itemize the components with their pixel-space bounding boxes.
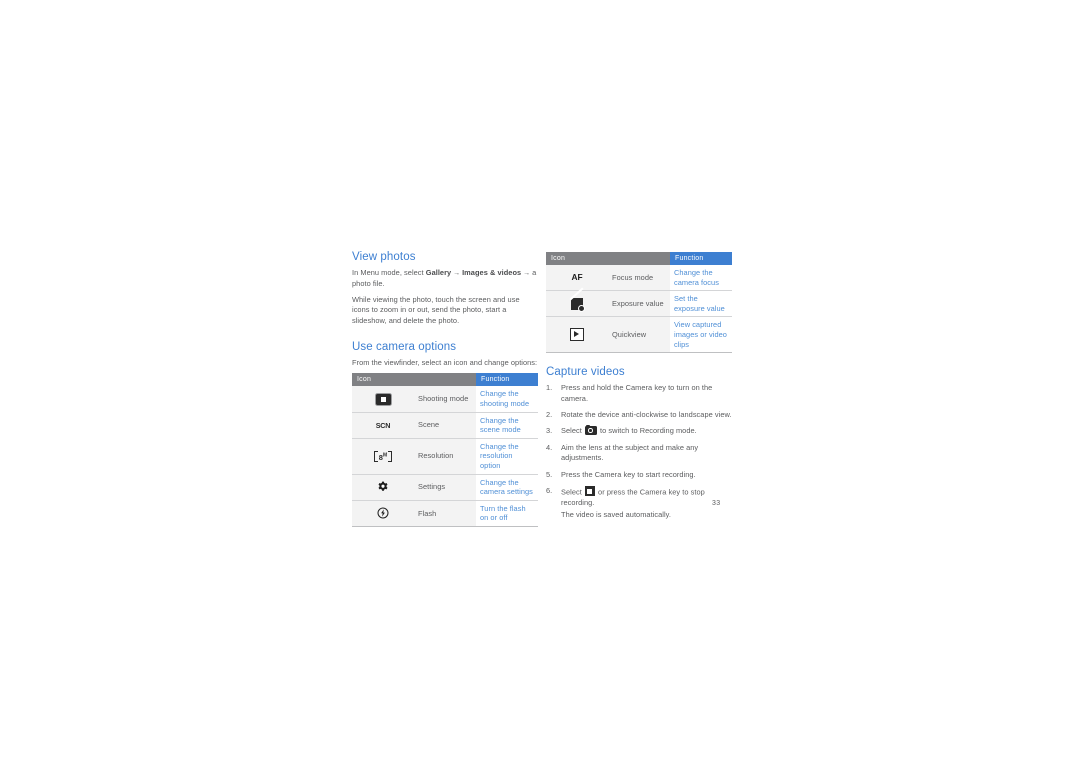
step-text: Aim the lens at the subject and make any… bbox=[561, 442, 699, 463]
cell-function: Change the camera settings bbox=[476, 474, 538, 501]
cell-icon bbox=[546, 316, 608, 354]
gear-settings-icon bbox=[377, 481, 389, 493]
table-row: Quickview View captured images or video … bbox=[546, 316, 732, 354]
heading-capture-videos: Capture videos bbox=[546, 366, 625, 379]
cell-icon-name: Resolution bbox=[414, 438, 476, 475]
use-camera-options-intro: From the viewfinder, select an icon and … bbox=[352, 358, 538, 368]
step-text: Rotate the device anti-clockwise to land… bbox=[561, 409, 732, 419]
heading-use-camera-options: Use camera options bbox=[352, 341, 457, 354]
step-note: The video is saved automatically. bbox=[561, 510, 671, 520]
left-column: View photos In Menu mode, select Gallery… bbox=[352, 250, 538, 527]
shooting-mode-icon bbox=[375, 393, 391, 405]
view-photos-paragraph-2: While viewing the photo, touch the scree… bbox=[352, 294, 520, 325]
list-item: Select to switch to Recording mode. bbox=[546, 424, 732, 437]
cell-function: Change the camera focus bbox=[670, 265, 732, 292]
right-column: Icon Function AF Focus mode Change the c… bbox=[546, 252, 732, 527]
page-number: 33 bbox=[712, 500, 721, 507]
table-row: Exposure value Set the exposure value bbox=[546, 290, 732, 318]
stop-recording-icon bbox=[584, 486, 595, 496]
continued-table-body: AF Focus mode Change the camera focus Ex… bbox=[546, 265, 732, 354]
cell-icon: AF bbox=[546, 265, 608, 292]
step-text: Press and hold the Camera key to turn on… bbox=[561, 383, 713, 403]
step-text-post: to switch to Recording mode. bbox=[597, 426, 697, 436]
capture-videos-steps: Press and hold the Camera key to turn on… bbox=[546, 383, 732, 521]
view-photos-paragraph-1: In Menu mode, select Gallery → Images & … bbox=[352, 268, 538, 290]
camera-switch-icon bbox=[584, 424, 597, 436]
cell-function: Turn the flash on or off bbox=[476, 500, 538, 527]
table-row: 8M Resolution Change the resolution opti… bbox=[352, 438, 538, 475]
camera-options-table: Icon Function Shooting mode Change the s… bbox=[352, 373, 538, 527]
list-item: Press the Camera key to start recording. bbox=[546, 469, 732, 481]
list-item: Rotate the device anti-clockwise to land… bbox=[546, 409, 732, 421]
table-row: Settings Change the camera settings bbox=[352, 474, 538, 501]
col-header-function: Function bbox=[670, 252, 732, 265]
exposure-value-icon bbox=[571, 297, 585, 312]
cell-icon bbox=[352, 500, 414, 527]
cell-function: View captured images or video clips bbox=[670, 316, 732, 354]
cell-icon: SCN bbox=[352, 412, 414, 439]
camera-options-table-head: Icon Function bbox=[352, 373, 538, 387]
resolution-8m-icon: 8M bbox=[374, 450, 392, 462]
col-header-icon: Icon bbox=[352, 373, 476, 387]
table-row: Shooting mode Change the shooting mode bbox=[352, 386, 538, 413]
step-text-pre: Select bbox=[561, 426, 584, 436]
para1-pre: In Menu mode, select bbox=[352, 268, 426, 277]
cell-icon bbox=[352, 386, 414, 413]
list-item: Select or press the Camera key to stop r… bbox=[546, 486, 732, 521]
manual-page: View photos In Menu mode, select Gallery… bbox=[0, 0, 1080, 763]
cell-icon-name: Exposure value bbox=[608, 290, 670, 318]
cell-icon-name: Quickview bbox=[608, 316, 670, 354]
para1-bold-gallery: Gallery bbox=[425, 268, 452, 277]
step-text-pre: Select bbox=[561, 487, 584, 497]
scn-scene-icon: SCN bbox=[375, 420, 391, 430]
cell-function: Change the shooting mode bbox=[476, 386, 538, 413]
camera-options-table-continued: Icon Function AF Focus mode Change the c… bbox=[546, 252, 732, 354]
cell-icon-name: Shooting mode bbox=[414, 386, 476, 413]
para1-bold-videos: videos bbox=[497, 268, 522, 277]
cell-icon bbox=[546, 290, 608, 318]
continued-table-head: Icon Function bbox=[546, 252, 732, 265]
step-text: Press the Camera key to start recording. bbox=[561, 469, 696, 479]
table-header-row: Icon Function bbox=[546, 252, 732, 265]
table-row: SCN Scene Change the scene mode bbox=[352, 412, 538, 439]
table-row: Flash Turn the flash on or off bbox=[352, 500, 538, 527]
heading-view-photos: View photos bbox=[352, 251, 416, 263]
cell-icon-name: Scene bbox=[414, 412, 476, 439]
arrow-icon-2: → bbox=[521, 270, 533, 277]
col-header-icon: Icon bbox=[546, 252, 670, 265]
cell-icon-name: Flash bbox=[414, 500, 476, 527]
table-row: AF Focus mode Change the camera focus bbox=[546, 265, 732, 292]
cell-function: Change the resolution option bbox=[476, 438, 538, 475]
cell-function: Change the scene mode bbox=[476, 412, 538, 439]
arrow-icon-1: → bbox=[451, 270, 463, 277]
quickview-icon bbox=[570, 328, 584, 342]
cell-function: Set the exposure value bbox=[670, 290, 732, 318]
cell-icon-name: Settings bbox=[414, 474, 476, 501]
para1-bold-images: Images & bbox=[462, 268, 496, 277]
cell-icon bbox=[352, 474, 414, 501]
cell-icon-name: Focus mode bbox=[608, 265, 670, 292]
flash-icon bbox=[377, 507, 389, 519]
camera-options-table-body: Shooting mode Change the shooting mode S… bbox=[352, 386, 538, 527]
list-item: Press and hold the Camera key to turn on… bbox=[546, 383, 732, 404]
cell-icon: 8M bbox=[352, 438, 414, 475]
col-header-function: Function bbox=[476, 373, 538, 387]
list-item: Aim the lens at the subject and make any… bbox=[546, 443, 732, 464]
af-focus-icon: AF bbox=[571, 271, 583, 282]
table-header-row: Icon Function bbox=[352, 373, 538, 387]
